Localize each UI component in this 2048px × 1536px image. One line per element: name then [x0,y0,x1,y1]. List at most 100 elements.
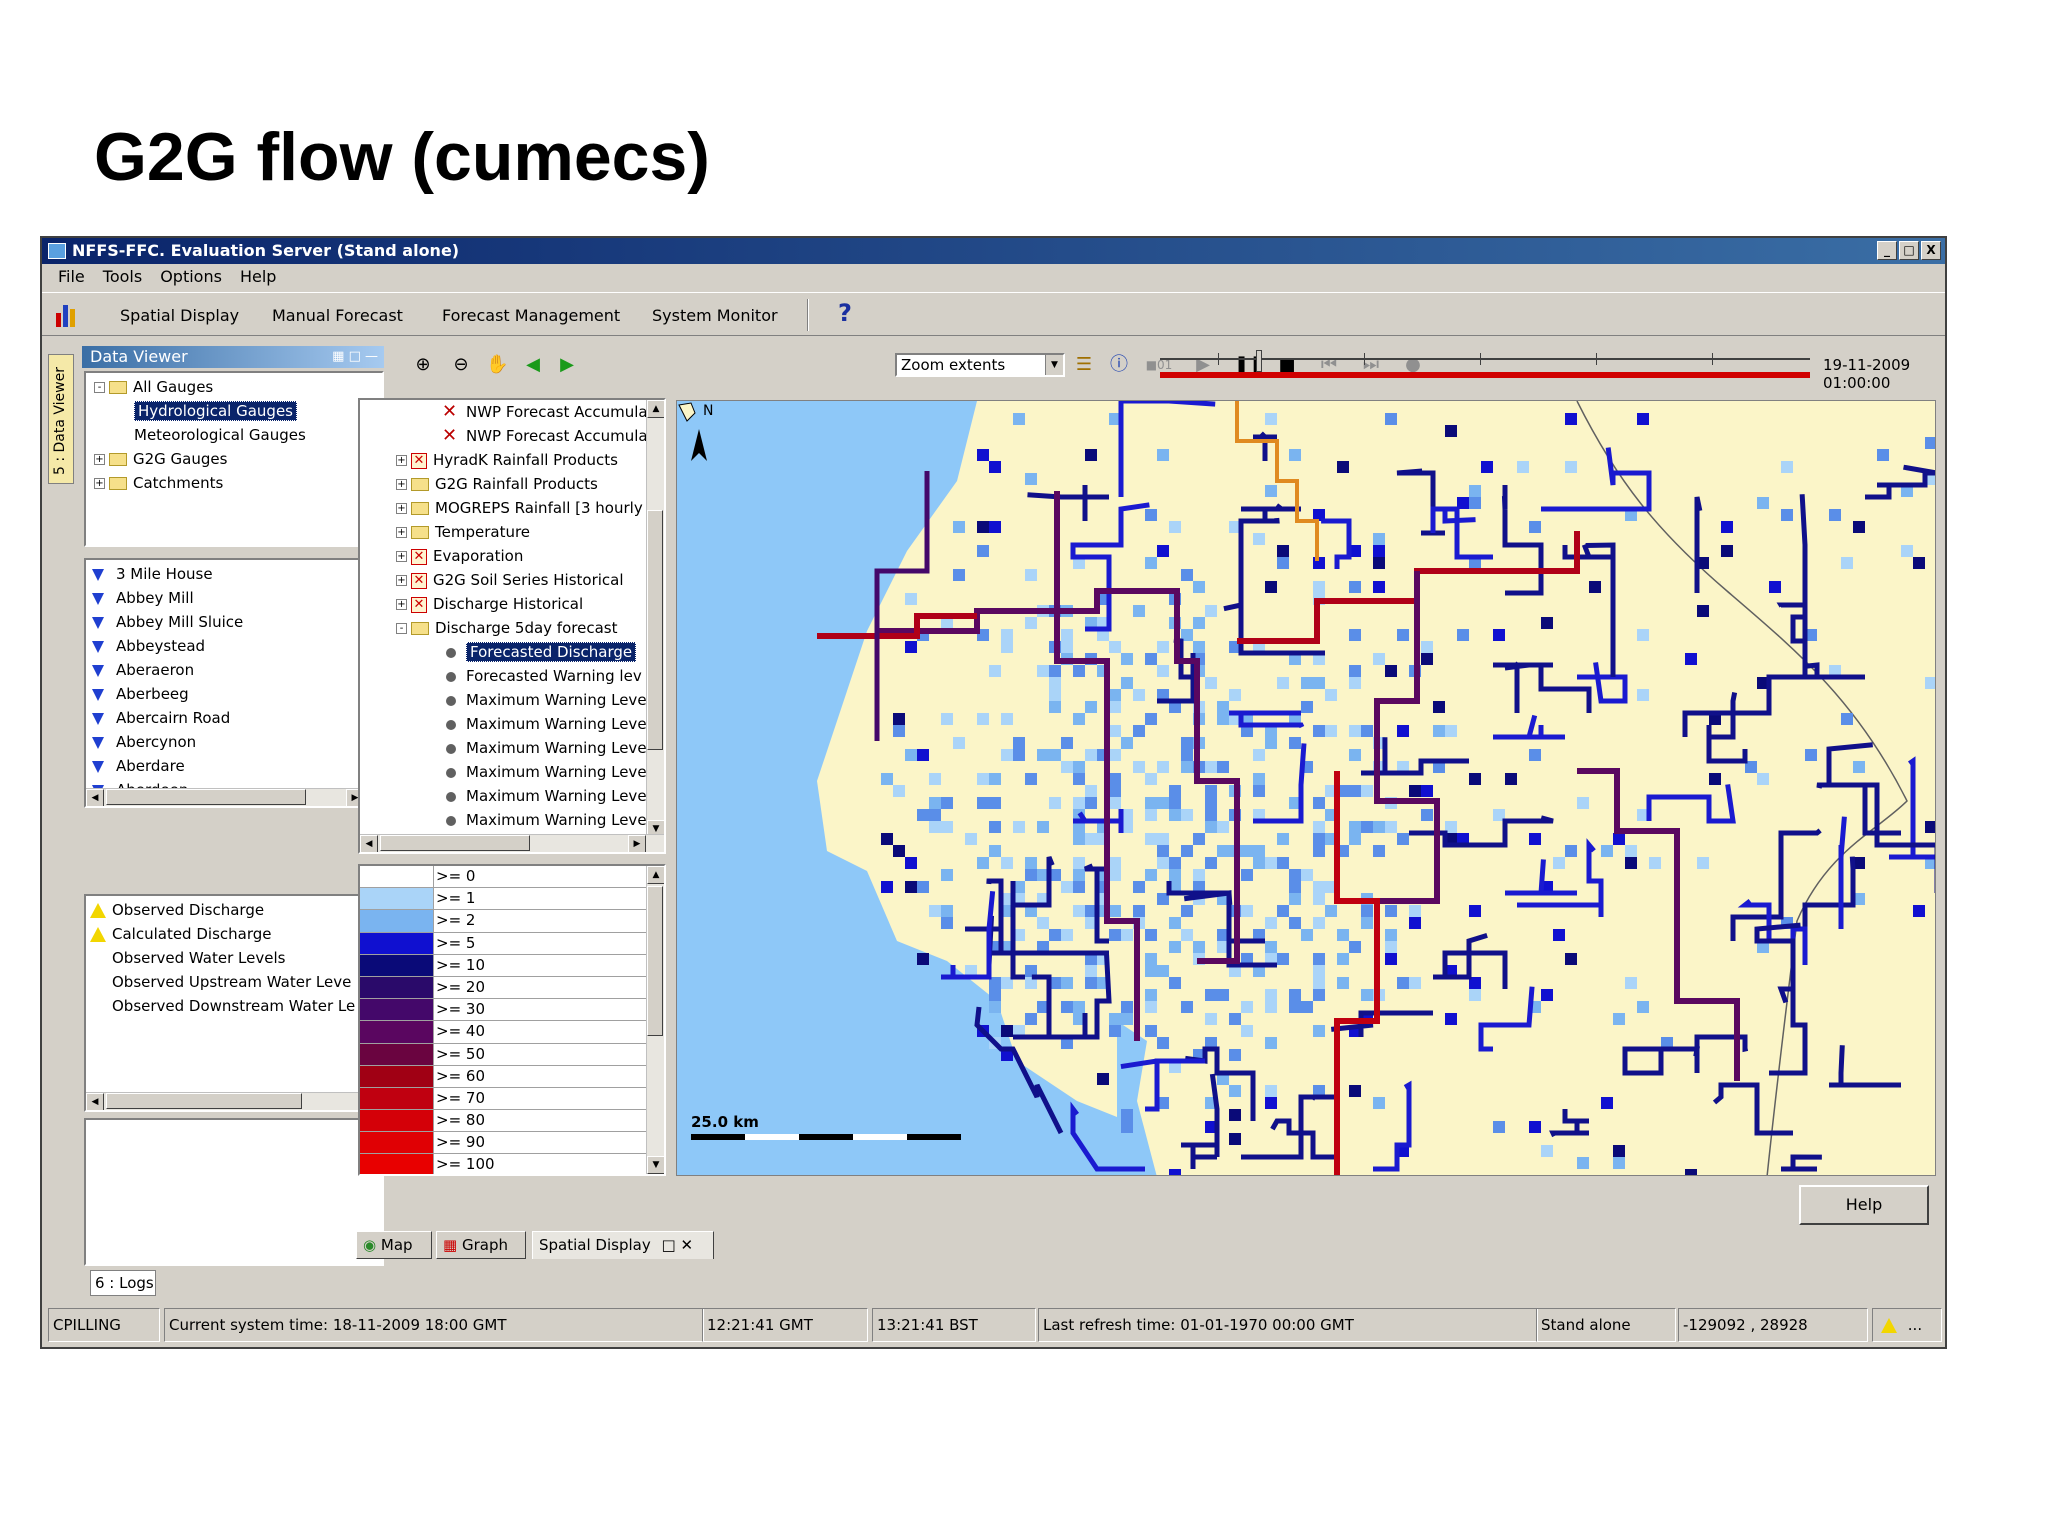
layer-item[interactable]: Maximum Warning Leve [360,808,664,832]
map-view[interactable]: N 25.0 km [676,400,1936,1176]
location-item[interactable]: Abbey Mill [86,586,382,610]
close-button[interactable]: X [1921,241,1941,260]
data-viewer-side-tab[interactable]: 5 : Data Viewer [48,354,74,484]
expand-icon[interactable]: + [94,478,105,489]
parameter-item[interactable]: Observed Upstream Water Leve [86,970,382,994]
expand-icon[interactable]: + [396,599,407,610]
layer-item[interactable]: ✕ NWP Forecast Accumula [360,400,664,424]
location-hscroll[interactable]: ◀ ▶ [86,788,382,806]
forward-arrow-icon[interactable]: ▶ [556,354,578,376]
scroll-right-icon[interactable]: ▶ [628,835,646,852]
tree-item[interactable]: Hydrological Gauges [86,399,382,423]
collapse-icon[interactable]: - [396,623,407,634]
layer-item[interactable]: Maximum Warning Leve [360,688,664,712]
time-slider-handle[interactable] [1256,350,1262,372]
parameter-item[interactable]: Observed Water Levels [86,946,382,970]
time-slider[interactable] [1160,346,1810,382]
minimize-button[interactable]: _ [1877,241,1897,260]
toolbar-spatial-display[interactable]: Spatial Display [120,306,239,325]
scroll-left-icon[interactable]: ◀ [86,1093,104,1110]
scroll-thumb[interactable] [380,835,530,851]
scroll-up-icon[interactable]: ▲ [647,866,664,884]
layer-item[interactable]: ✕ NWP Forecast Accumula [360,424,664,448]
scroll-left-icon[interactable]: ◀ [360,835,378,852]
parameter-item[interactable]: Observed Discharge [86,898,382,922]
menu-tools[interactable]: Tools [97,264,148,290]
location-item[interactable]: Abercynon [86,730,382,754]
scroll-thumb[interactable] [647,510,663,750]
help-button[interactable]: Help [1799,1185,1929,1225]
layer-item[interactable]: Forecasted Warning lev [360,664,664,688]
collapse-icon[interactable]: - [94,382,105,393]
location-item[interactable]: Abbey Mill Sluice [86,610,382,634]
help-icon[interactable]: ? [838,299,852,327]
back-arrow-icon[interactable]: ◀ [522,354,544,376]
pan-hand-icon[interactable]: ✋ [486,354,508,376]
info-icon[interactable]: ⓘ [1108,354,1130,376]
layer-item[interactable]: - Discharge 5day forecast [360,616,664,640]
logs-tab[interactable]: 6 : Logs [90,1270,156,1296]
location-item[interactable]: Aberbeeg [86,682,382,706]
tree-item[interactable]: + Catchments [86,471,382,495]
location-item[interactable]: 3 Mile House [86,562,382,586]
expand-icon[interactable]: + [396,479,407,490]
map-canvas[interactable]: N 25.0 km [677,401,1936,1176]
layer-item[interactable]: Maximum Warning Leve [360,760,664,784]
tree-item[interactable]: + G2G Gauges [86,447,382,471]
close-icon[interactable]: ✕ [680,1236,693,1254]
location-item[interactable]: Aberdare [86,754,382,778]
status-warning[interactable]: ... [1872,1308,1942,1342]
expand-icon[interactable]: + [94,454,105,465]
scroll-left-icon[interactable]: ◀ [86,789,104,806]
zoom-select[interactable]: Zoom extents ▼ [895,353,1065,377]
parameter-hscroll[interactable]: ◀ ▶ [86,1092,382,1110]
location-item[interactable]: Abbeystead [86,634,382,658]
layer-item[interactable]: Maximum Warning Leve [360,712,664,736]
zoom-in-icon[interactable]: ⊕ [412,354,434,376]
zoom-out-icon[interactable]: ⊖ [450,354,472,376]
menu-help[interactable]: Help [234,264,282,290]
menu-file[interactable]: File [52,264,91,290]
chevron-down-icon[interactable]: ▼ [1045,355,1063,375]
layer-item[interactable]: Maximum Warning Leve [360,736,664,760]
layer-item[interactable]: + ✕ Discharge Historical [360,592,664,616]
tree-item[interactable]: - All Gauges [86,375,382,399]
scroll-thumb[interactable] [106,1093,302,1109]
bar-chart-icon[interactable] [56,303,80,327]
scroll-up-icon[interactable]: ▲ [647,400,664,418]
layers-icon[interactable]: ☰ [1073,354,1095,376]
tab-map[interactable]: ◉ Map [356,1231,432,1259]
scroll-thumb[interactable] [647,886,663,1036]
layer-hscroll[interactable]: ◀ ▶ [360,834,664,852]
parameter-item[interactable]: Calculated Discharge [86,922,382,946]
tab-graph[interactable]: ▦ Graph [436,1231,526,1259]
toolbar-system-monitor[interactable]: System Monitor [652,306,778,325]
layer-item[interactable]: + ✕ HyradK Rainfall Products [360,448,664,472]
expand-icon[interactable]: + [396,551,407,562]
layer-item[interactable]: + G2G Rainfall Products [360,472,664,496]
toolbar-forecast-management[interactable]: Forecast Management [442,306,620,325]
layer-item[interactable]: + MOGREPS Rainfall [3 hourly [360,496,664,520]
expand-icon[interactable]: + [396,527,407,538]
panel-controls-icon[interactable]: ▦ □ — [332,346,378,368]
expand-icon[interactable]: + [396,455,407,466]
menu-options[interactable]: Options [154,264,228,290]
tab-spatial-display[interactable]: Spatial Display □ ✕ [532,1231,714,1259]
layer-item[interactable]: Forecasted Discharge [360,640,664,664]
layer-item[interactable]: + ✕ Evaporation [360,544,664,568]
maximize-icon[interactable]: □ [661,1236,675,1254]
expand-icon[interactable]: + [396,503,407,514]
layer-vscroll[interactable]: ▲ ▼ [646,400,664,838]
parameter-item[interactable]: Observed Downstream Water Le [86,994,382,1018]
location-item[interactable]: Abercairn Road [86,706,382,730]
toolbar-manual-forecast[interactable]: Manual Forecast [272,306,403,325]
tree-item[interactable]: Meteorological Gauges [86,423,382,447]
legend-vscroll[interactable]: ▲ ▼ [646,866,664,1174]
location-item[interactable]: Aberaeron [86,658,382,682]
scroll-down-icon[interactable]: ▼ [647,1156,664,1174]
restore-button[interactable]: □ [1899,241,1919,260]
expand-icon[interactable]: + [396,575,407,586]
scroll-thumb[interactable] [106,789,306,805]
layer-item[interactable]: + Temperature [360,520,664,544]
layer-item[interactable]: + ✕ G2G Soil Series Historical [360,568,664,592]
